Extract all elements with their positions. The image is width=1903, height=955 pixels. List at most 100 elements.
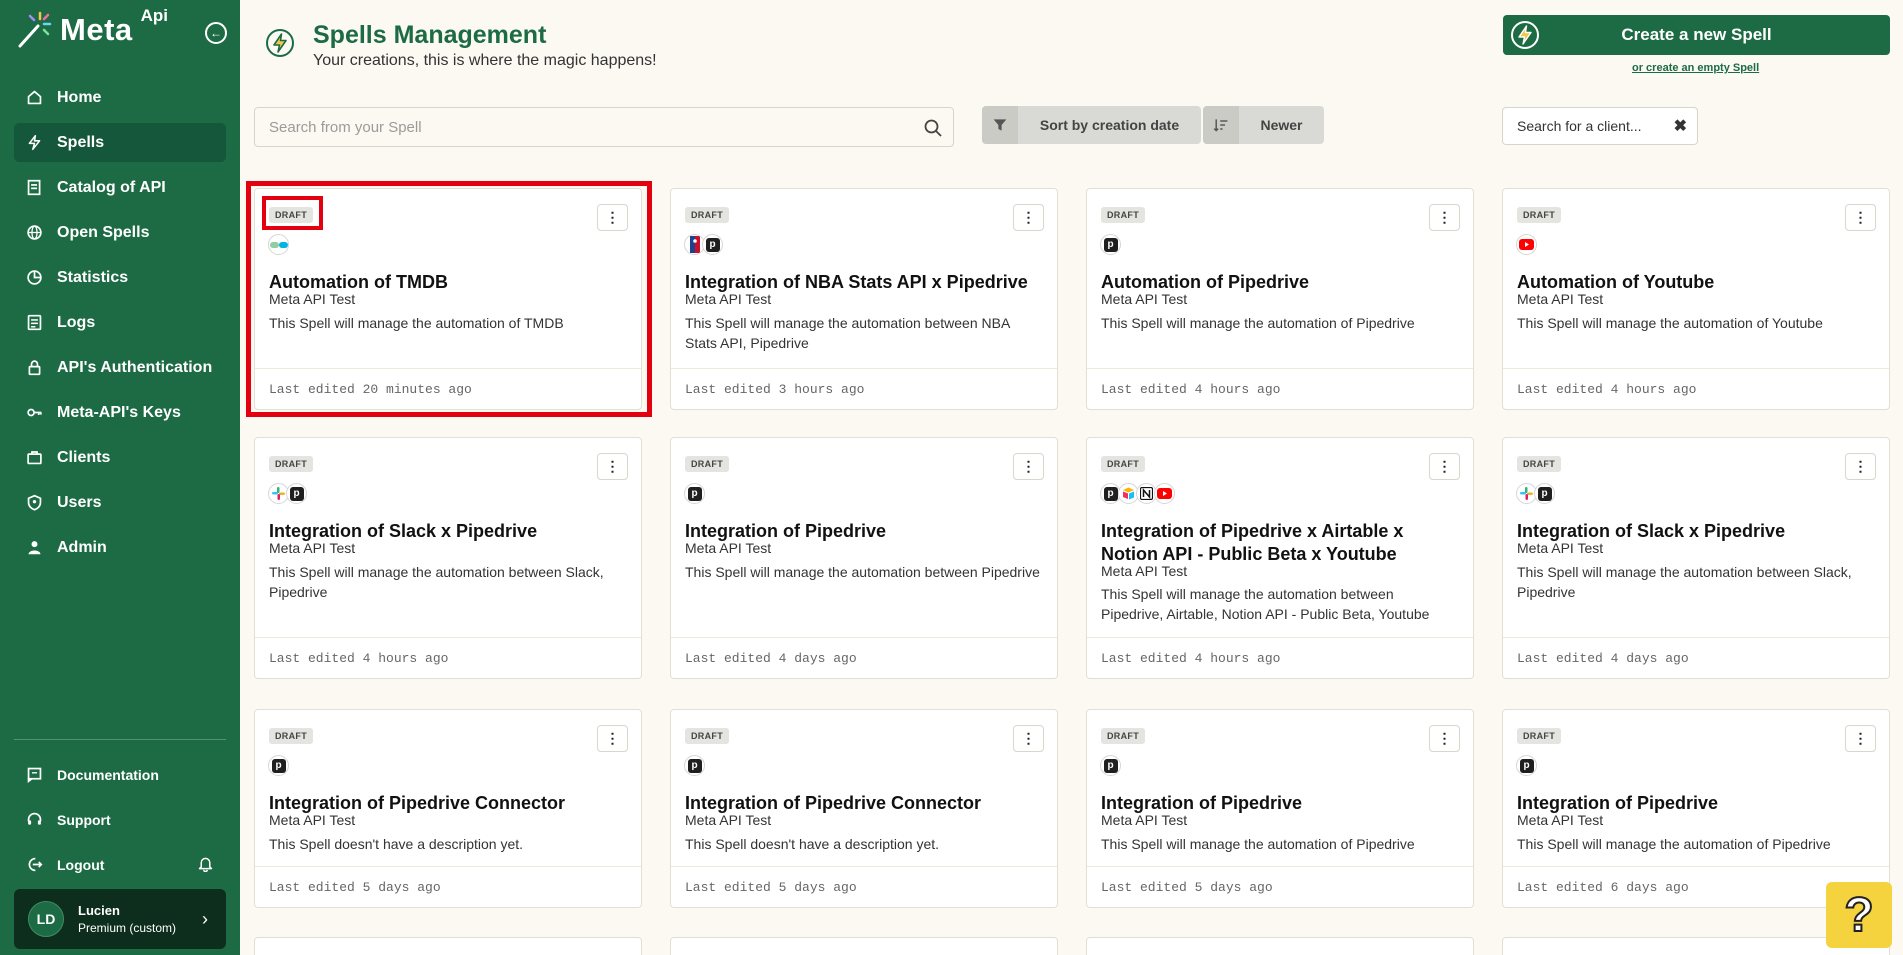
youtube-logo-icon [1154, 483, 1175, 504]
order-label: Newer [1260, 117, 1303, 133]
spell-card[interactable]: DRAFT ⋮ p Integration of Slack x Pipedrive M… [254, 437, 642, 679]
logout-icon [25, 856, 43, 874]
card-description: This Spell will manage the automation of… [1517, 836, 1831, 852]
user-info: Lucien Premium (custom) [78, 903, 176, 935]
sidebar-nav: Home Spells Catalog of API Open Spells S… [14, 78, 226, 573]
create-empty-spell-link[interactable]: or create an empty Spell [1632, 62, 1759, 74]
spell-card[interactable]: DRAFT ⋮ p Integration of Pipedrive x Airtab… [1086, 437, 1474, 679]
sidebar-item-label: Documentation [57, 766, 159, 783]
spell-card[interactable]: DRAFT ⋮ p Integration of Slack x Pipedrive M… [1502, 437, 1890, 679]
client-search[interactable]: Search for a client... ✖ [1502, 107, 1698, 145]
spell-card-partial[interactable] [670, 937, 1058, 955]
card-description: This Spell will manage the automation of… [1101, 315, 1415, 331]
spell-card[interactable]: DRAFT ⋮ p Integration of Pipedrive Connecto… [670, 709, 1058, 908]
spell-card[interactable]: DRAFT ⋮ Automation of Youtube Meta API Test… [1502, 188, 1890, 410]
card-owner: Meta API Test [685, 812, 772, 828]
api-logos [1516, 234, 1537, 255]
chevron-right-icon: › [202, 908, 208, 929]
sidebar-item-spells[interactable]: Spells [14, 123, 226, 162]
card-menu-button[interactable]: ⋮ [1845, 204, 1876, 231]
bolt-circle-icon [266, 29, 294, 57]
card-menu-button[interactable]: ⋮ [1429, 453, 1460, 480]
kebab-menu-icon: ⋮ [1853, 730, 1868, 746]
sidebar-item-label: Logout [57, 856, 105, 873]
sidebar-item-label: API's Authentication [57, 358, 213, 376]
user-name: Lucien [78, 903, 120, 918]
sidebar-item-support[interactable]: Support [14, 800, 226, 839]
search-icon[interactable] [923, 118, 943, 138]
draft-badge: DRAFT [685, 456, 729, 472]
card-last-edited: Last edited 4 days ago [671, 637, 1057, 678]
order-button[interactable]: Newer [1203, 106, 1324, 144]
sidebar-item-logout[interactable]: Logout [14, 845, 226, 884]
bell-icon[interactable] [197, 855, 214, 875]
card-menu-button[interactable]: ⋮ [1429, 725, 1460, 752]
card-title: Integration of Pipedrive x Airtable x No… [1101, 521, 1404, 564]
spell-search [254, 107, 954, 147]
spell-card[interactable]: DRAFT ⋮ p Integration of Pipedrive Meta API … [1086, 709, 1474, 908]
kebab-menu-icon: ⋮ [1021, 458, 1036, 474]
card-description: This Spell will manage the automation of… [1101, 836, 1415, 852]
spell-card[interactable]: DRAFT ⋮ p Integration of Pipedrive Connecto… [254, 709, 642, 908]
sidebar-item-admin[interactable]: Admin [14, 528, 226, 567]
sidebar-item-home[interactable]: Home [14, 78, 226, 117]
sidebar-item-api-authentication[interactable]: API's Authentication [14, 348, 226, 387]
kebab-menu-icon: ⋮ [1853, 209, 1868, 225]
sidebar-item-catalog[interactable]: Catalog of API [14, 168, 226, 207]
page-title: Spells Management [313, 21, 547, 49]
card-menu-button[interactable]: ⋮ [1429, 204, 1460, 231]
card-menu-button[interactable]: ⋮ [597, 453, 628, 480]
sidebar-item-clients[interactable]: Clients [14, 438, 226, 477]
card-menu-button[interactable]: ⋮ [1013, 725, 1044, 752]
api-logos: p [684, 755, 705, 776]
sidebar-item-users[interactable]: Users [14, 483, 226, 522]
card-owner: Meta API Test [685, 540, 772, 556]
card-menu-button[interactable]: ⋮ [597, 725, 628, 752]
sidebar-item-documentation[interactable]: Documentation [14, 755, 226, 794]
kebab-menu-icon: ⋮ [1021, 730, 1036, 746]
clear-icon[interactable]: ✖ [1674, 116, 1687, 136]
help-button[interactable]: ? [1826, 882, 1892, 948]
sidebar-item-meta-api-keys[interactable]: Meta-API's Keys [14, 393, 226, 432]
user-plan: Premium (custom) [78, 921, 177, 935]
spell-search-input[interactable] [269, 118, 909, 136]
card-menu-button[interactable]: ⋮ [1845, 725, 1876, 752]
draft-badge: DRAFT [685, 728, 729, 744]
spell-card-partial[interactable] [254, 937, 642, 955]
spell-card[interactable]: DRAFT ⋮ p Integration of Pipedrive Meta API … [670, 437, 1058, 679]
card-menu-button[interactable]: ⋮ [597, 204, 628, 231]
card-last-edited: Last edited 5 days ago [1087, 866, 1473, 907]
logo[interactable]: Meta Api [14, 6, 168, 50]
create-spell-button[interactable]: Create a new Spell [1503, 15, 1890, 55]
bolt-circle-icon [1511, 21, 1539, 49]
pipedrive-logo-icon: p [1534, 483, 1555, 504]
user-card[interactable]: LD Lucien Premium (custom) › [14, 889, 226, 949]
spell-card[interactable]: DRAFT ⋮ Automation of TMDB Meta API Test Thi… [254, 188, 642, 410]
logs-icon [25, 314, 43, 332]
spell-card[interactable]: DRAFT ⋮ p Integration of Pipedrive Meta API … [1502, 709, 1890, 908]
draft-badge: DRAFT [1101, 207, 1145, 223]
card-menu-button[interactable]: ⋮ [1013, 453, 1044, 480]
card-menu-button[interactable]: ⋮ [1845, 453, 1876, 480]
card-owner: Meta API Test [269, 812, 356, 828]
spell-card[interactable]: DRAFT ⋮ p Automation of Pipedrive Meta API T… [1086, 188, 1474, 410]
collapse-sidebar-button[interactable]: ← [205, 22, 227, 44]
briefcase-icon [25, 449, 43, 467]
spell-card[interactable]: DRAFT ⋮ p Integration of NBA Stats API x Pi… [670, 188, 1058, 410]
sidebar-item-label: Users [57, 493, 102, 511]
sidebar-item-label: Catalog of API [57, 178, 166, 196]
sort-by-button[interactable]: Sort by creation date [982, 106, 1201, 144]
headset-icon [25, 811, 43, 829]
sidebar-item-open-spells[interactable]: Open Spells [14, 213, 226, 252]
sidebar-item-logs[interactable]: Logs [14, 303, 226, 342]
sidebar-item-label: Logs [57, 313, 96, 331]
sidebar-item-statistics[interactable]: Statistics [14, 258, 226, 297]
spell-card-partial[interactable] [1086, 937, 1474, 955]
card-description: This Spell will manage the automation be… [269, 564, 604, 600]
card-menu-button[interactable]: ⋮ [1013, 204, 1044, 231]
card-last-edited: Last edited 4 hours ago [255, 637, 641, 678]
kebab-menu-icon: ⋮ [1853, 458, 1868, 474]
draft-badge: DRAFT [1517, 207, 1561, 223]
card-description: This Spell will manage the automation be… [685, 315, 1010, 351]
draft-badge: DRAFT [269, 207, 313, 223]
